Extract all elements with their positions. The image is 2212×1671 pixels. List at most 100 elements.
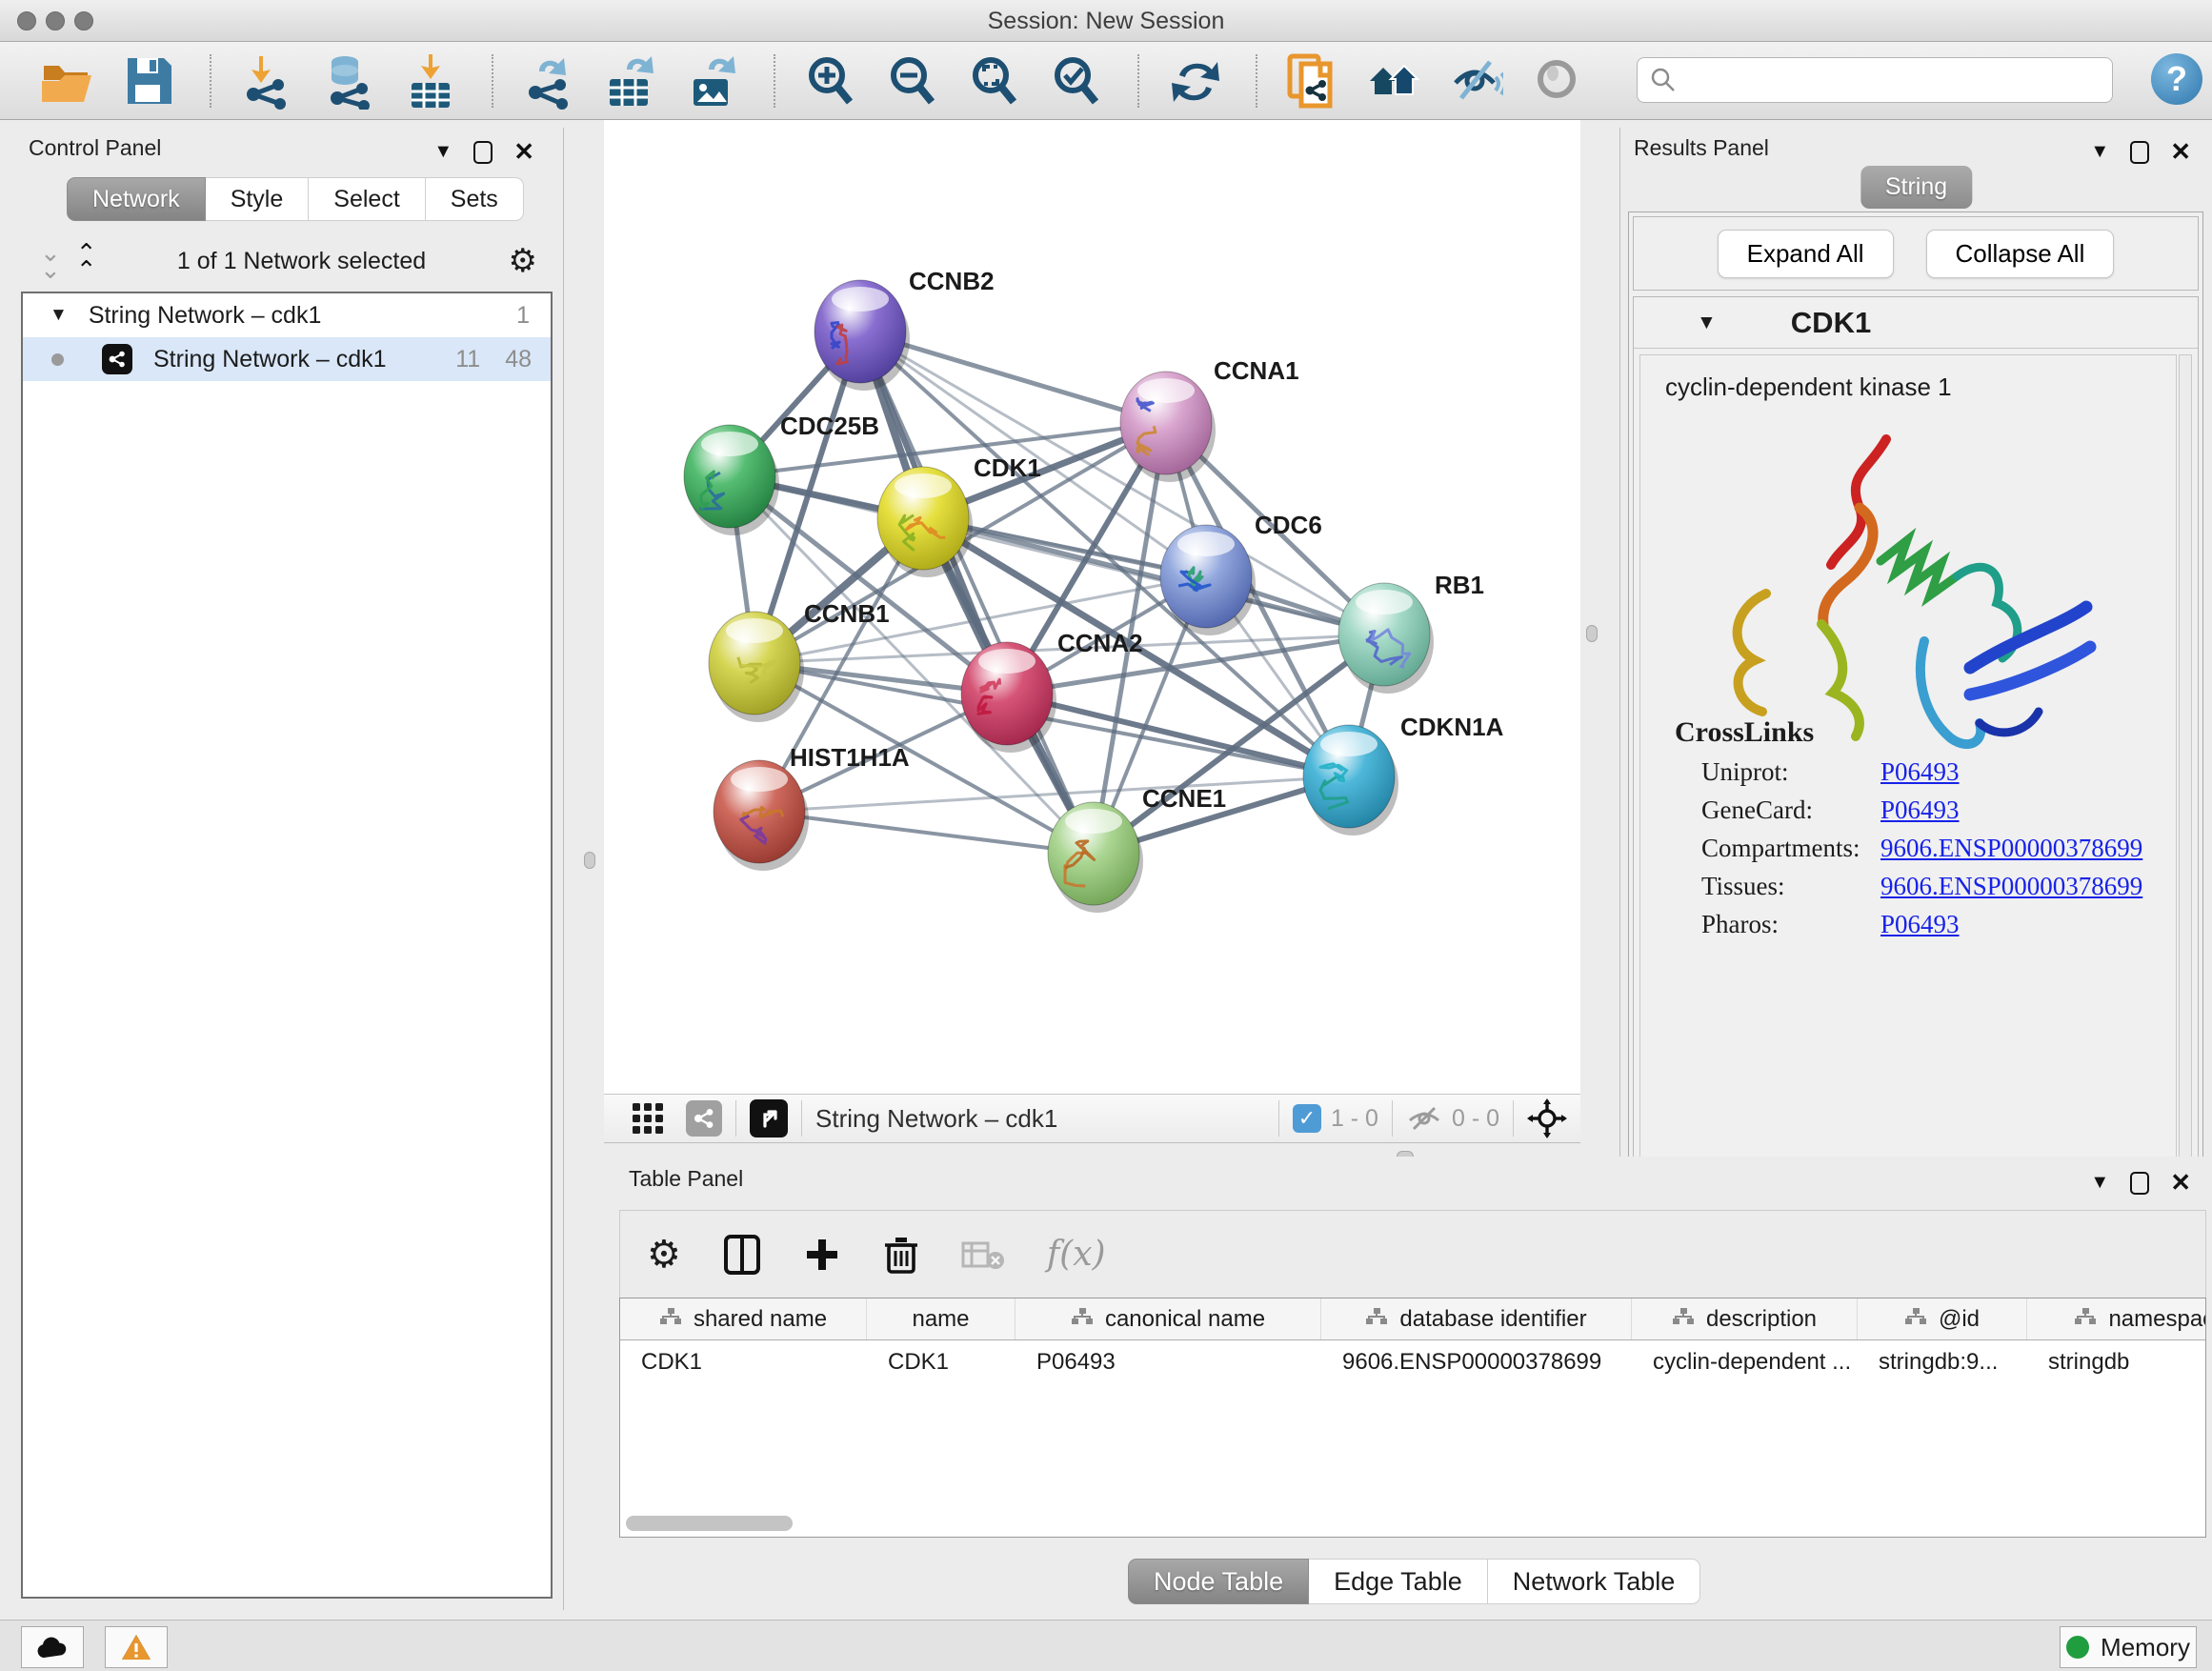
column-header-canonical-name[interactable]: canonical name (1016, 1299, 1321, 1339)
import-table-file-icon[interactable] (400, 51, 459, 111)
export-table-icon[interactable] (600, 51, 659, 111)
network-edge[interactable] (759, 812, 1094, 854)
network-node-cdk1[interactable]: CDK1 (877, 453, 1041, 577)
panel-close-icon[interactable]: ✕ (2170, 137, 2191, 167)
column-header--id[interactable]: @id (1858, 1299, 2027, 1339)
expand-all-networks-icon[interactable]: ⌄⌄ (40, 244, 59, 278)
results-scrollbar[interactable] (2179, 354, 2192, 1187)
node-label: CDC6 (1255, 511, 1322, 539)
table-cell[interactable]: 9606.ENSP00000378699 (1321, 1349, 1632, 1376)
tab-node-table[interactable]: Node Table (1128, 1559, 1309, 1604)
tab-network[interactable]: Network (67, 177, 206, 221)
column-header-database-identifier[interactable]: database identifier (1321, 1299, 1632, 1339)
tab-string[interactable]: String (1860, 166, 1972, 209)
panel-float-icon[interactable] (2130, 141, 2149, 164)
tab-select[interactable]: Select (309, 177, 425, 221)
panel-menu-icon[interactable]: ▼ (2090, 1172, 2109, 1194)
table-row[interactable]: CDK1CDK1P064939606.ENSP00000378699cyclin… (620, 1340, 2205, 1384)
collection-expand-icon[interactable]: ▼ (50, 305, 68, 326)
search-box[interactable] (1637, 57, 2113, 103)
crosslink-link[interactable]: P06493 (1880, 910, 1960, 939)
string-network-icon (102, 344, 132, 374)
network-options-gear-icon[interactable]: ⚙ (509, 242, 537, 280)
column-header-name[interactable]: name (867, 1299, 1016, 1339)
expand-all-button[interactable]: Expand All (1718, 230, 1894, 278)
column-header-namespace[interactable]: namespace (2027, 1299, 2206, 1339)
network-edge[interactable] (860, 332, 1094, 854)
tab-edge-table[interactable]: Edge Table (1309, 1559, 1488, 1604)
gene-section-header[interactable]: ▼ CDK1 (1634, 297, 2198, 349)
table-cell[interactable]: CDK1 (867, 1349, 1016, 1376)
crosslink-link[interactable]: 9606.ENSP00000378699 (1880, 872, 2142, 901)
column-header-shared-name[interactable]: shared name (620, 1299, 867, 1339)
help-icon[interactable]: ? (2151, 53, 2202, 105)
collapse-all-networks-icon[interactable]: ⌃⌃ (76, 244, 95, 278)
crosslink-link[interactable]: 9606.ENSP00000378699 (1880, 834, 2142, 863)
network-row[interactable]: String Network – cdk1 11 48 (23, 337, 551, 381)
string-view-icon[interactable] (686, 1100, 722, 1137)
zoom-fit-icon[interactable] (964, 51, 1023, 111)
table-horizontal-scrollbar[interactable] (626, 1516, 793, 1531)
panel-float-icon[interactable] (473, 141, 493, 164)
table-settings-gear-icon[interactable]: ⚙ (647, 1233, 681, 1277)
panel-float-icon[interactable] (2130, 1172, 2149, 1195)
zoom-out-icon[interactable] (882, 51, 941, 111)
table-cell[interactable]: stringdb:9... (1858, 1349, 2027, 1376)
network-collection-row[interactable]: ▼ String Network – cdk1 1 (23, 293, 551, 337)
right-splitter-handle[interactable] (1586, 625, 1598, 642)
network-node-hist1h1a[interactable]: HIST1H1A (714, 743, 910, 871)
zoom-selected-icon[interactable] (1046, 51, 1105, 111)
cloud-status-button[interactable] (21, 1626, 84, 1668)
copy-network-icon[interactable] (1282, 51, 1341, 111)
export-network-icon[interactable] (518, 51, 577, 111)
zoom-in-icon[interactable] (800, 51, 859, 111)
import-network-file-icon[interactable] (236, 51, 295, 111)
open-session-icon[interactable] (36, 51, 95, 111)
panel-menu-icon[interactable]: ▼ (433, 141, 452, 163)
collapse-all-button[interactable]: Collapse All (1926, 230, 2115, 278)
section-collapse-icon[interactable]: ▼ (1697, 312, 1717, 334)
protein-structure-image (1679, 413, 2136, 794)
warnings-button[interactable] (105, 1626, 168, 1668)
show-columns-icon[interactable] (723, 1234, 761, 1276)
table-cell[interactable]: stringdb (2027, 1349, 2206, 1376)
tab-network-table[interactable]: Network Table (1488, 1559, 1701, 1604)
network-node-cdc6[interactable]: CDC6 (1160, 511, 1322, 635)
memory-button[interactable]: Memory (2060, 1626, 2197, 1668)
birds-eye-view-icon[interactable] (750, 1099, 788, 1137)
network-node-cdkn1a[interactable]: CDKN1A (1303, 713, 1504, 836)
network-node-rb1[interactable]: RB1 (1338, 571, 1484, 694)
network-node-ccne1[interactable]: CCNE1 (1048, 784, 1226, 913)
selected-checkbox-icon[interactable]: ✓ (1293, 1104, 1321, 1133)
table-cell[interactable]: P06493 (1016, 1349, 1321, 1376)
show-all-icon[interactable] (1528, 51, 1587, 111)
export-image-icon[interactable] (682, 51, 741, 111)
panel-close-icon[interactable]: ✕ (513, 137, 534, 167)
column-mapped-icon (1672, 1306, 1695, 1333)
table-cell[interactable]: CDK1 (620, 1349, 867, 1376)
table-cell[interactable]: cyclin-dependent ... (1632, 1349, 1858, 1376)
crosslink-link[interactable]: P06493 (1880, 795, 1960, 825)
column-header-description[interactable]: description (1632, 1299, 1858, 1339)
grid-view-icon[interactable] (631, 1101, 665, 1136)
left-splitter-handle[interactable] (584, 852, 595, 869)
network-node-ccnb1[interactable]: CCNB1 (709, 599, 890, 722)
refresh-network-icon[interactable] (1164, 51, 1223, 111)
hide-selected-icon[interactable] (1446, 51, 1505, 111)
home-icon[interactable] (1364, 51, 1423, 111)
tab-style[interactable]: Style (206, 177, 310, 221)
panel-close-icon[interactable]: ✕ (2170, 1168, 2191, 1198)
pan-crosshair-icon[interactable] (1527, 1098, 1567, 1138)
import-network-database-icon[interactable] (318, 51, 377, 111)
add-column-icon[interactable] (803, 1236, 841, 1274)
node-table[interactable]: shared namenamecanonical namedatabase id… (619, 1298, 2206, 1538)
selected-count: 1 - 0 (1331, 1105, 1378, 1133)
memory-label: Memory (2101, 1633, 2190, 1662)
delete-column-icon[interactable] (883, 1234, 919, 1276)
save-session-icon[interactable] (118, 51, 177, 111)
panel-menu-icon[interactable]: ▼ (2090, 141, 2109, 163)
crosslink-label: Tissues: (1701, 872, 1880, 901)
tab-sets[interactable]: Sets (426, 177, 524, 221)
network-canvas[interactable]: CCNB2CCNA1CDC25BCDK1CDC6RB1CCNB1CCNA2CDK… (604, 120, 1580, 1094)
search-input[interactable] (1678, 67, 2078, 93)
